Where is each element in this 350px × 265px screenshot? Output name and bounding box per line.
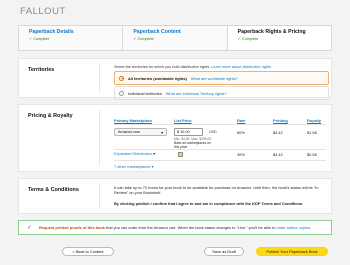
divider (99, 184, 100, 208)
chevron-down-icon: ▾ (153, 151, 156, 156)
tab-status: ✓Complete (29, 37, 50, 41)
terms-label: Terms & Conditions (28, 187, 79, 193)
tab-title: Paperback Content (133, 29, 181, 35)
worldwide-radio[interactable] (119, 75, 124, 81)
individual-radio[interactable] (119, 90, 124, 96)
terms-section: Terms & Conditions It can take up to 72 … (18, 178, 332, 214)
individual-info-link[interactable]: What are individual Territory rights? (166, 91, 227, 96)
tab-status: ✓Complete (237, 37, 259, 41)
worldwide-label: All territories (worldwide rights) (128, 75, 187, 81)
tab-paperback-content[interactable]: Paperback Content ✓Complete (122, 25, 227, 51)
checkmark-icon: ✓ (27, 224, 33, 231)
request-proofs-link[interactable]: Request printed proofs of this book (39, 225, 105, 230)
territories-intro: Select the territories for which you hol… (114, 65, 272, 69)
proof-notice: ✓ Request printed proofs of this book th… (18, 220, 332, 235)
back-to-content-button[interactable]: < Back to Content (62, 247, 114, 256)
divider (114, 160, 326, 161)
header-list-price: List Price (174, 118, 192, 123)
terms-agreement-text: By clicking publish I confirm that I agr… (114, 201, 304, 206)
chevron-down-icon: ▾ (151, 164, 154, 169)
currency-label: USD (209, 130, 217, 134)
royalty-value: $1.58 (307, 130, 317, 135)
tab-status: ✓Complete (133, 37, 154, 41)
check-icon: ✓ (133, 37, 137, 41)
divider (99, 64, 100, 92)
terms-availability-text: It can take up to 72 hours for your book… (114, 185, 319, 195)
check-icon: ✓ (29, 37, 33, 41)
divider (114, 124, 326, 125)
divider (99, 110, 100, 166)
check-icon: ✓ (237, 37, 241, 41)
rate-value: 60% (237, 130, 245, 135)
worldwide-option[interactable]: All territories (worldwide rights) What … (119, 72, 238, 84)
individual-option[interactable]: Individual territories What are individu… (119, 87, 227, 99)
page-title: FALLOUT (20, 6, 66, 17)
expanded-distribution[interactable]: Expanded Distribution ▾ (114, 151, 155, 156)
expanded-rate: 40% (237, 152, 245, 157)
notice-text: Request printed proofs of this book that… (39, 225, 312, 230)
order-author-copies-link[interactable]: order author copies. (277, 225, 312, 230)
tab-title: Paperback Rights & Pricing (237, 29, 306, 35)
list-price-input[interactable]: $ 10.00 (174, 128, 203, 136)
territories-section: Territories Select the territories for w… (18, 58, 332, 100)
tab-title: Paperback Details (29, 29, 74, 35)
printing-value: $4.42 (273, 130, 283, 135)
pricing-section: Pricing & Royalty Primary Marketplace Li… (18, 104, 332, 172)
territories-label: Territories (28, 67, 55, 73)
chevron-down-icon: ▾ (161, 130, 163, 135)
progress-tabs: Paperback Details ✓Complete Paperback Co… (18, 25, 332, 51)
tab-paperback-rights-pricing[interactable]: Paperback Rights & Pricing ✓Complete (226, 25, 332, 51)
expanded-distribution-checkbox[interactable] (178, 152, 183, 157)
base-price-link[interactable]: Base all marketplaces on this price (174, 141, 214, 149)
header-rate: Rate (237, 118, 246, 123)
expanded-printing: $4.42 (273, 152, 283, 157)
individual-label: Individual territories (128, 90, 162, 96)
header-royalty: Royalty (307, 118, 322, 123)
expanded-royalty: $0.58 (307, 152, 317, 157)
save-draft-button[interactable]: Save as Draft (204, 247, 244, 256)
distribution-rights-link[interactable]: Learn more about distribution rights (211, 65, 271, 69)
tab-paperback-details[interactable]: Paperback Details ✓Complete (18, 25, 123, 51)
header-marketplace: Primary Marketplace (114, 118, 153, 123)
marketplace-select[interactable]: Amazon.com ▾ (114, 128, 167, 136)
worldwide-info-link[interactable]: What are worldwide rights? (191, 76, 238, 81)
divider (114, 149, 326, 150)
publish-button[interactable]: Publish Your Paperback Book (256, 247, 328, 256)
pricing-label: Pricing & Royalty (28, 113, 73, 119)
other-marketplaces-toggle[interactable]: 7 other marketplaces ▾ (114, 164, 153, 169)
header-printing: Printing (273, 118, 288, 123)
